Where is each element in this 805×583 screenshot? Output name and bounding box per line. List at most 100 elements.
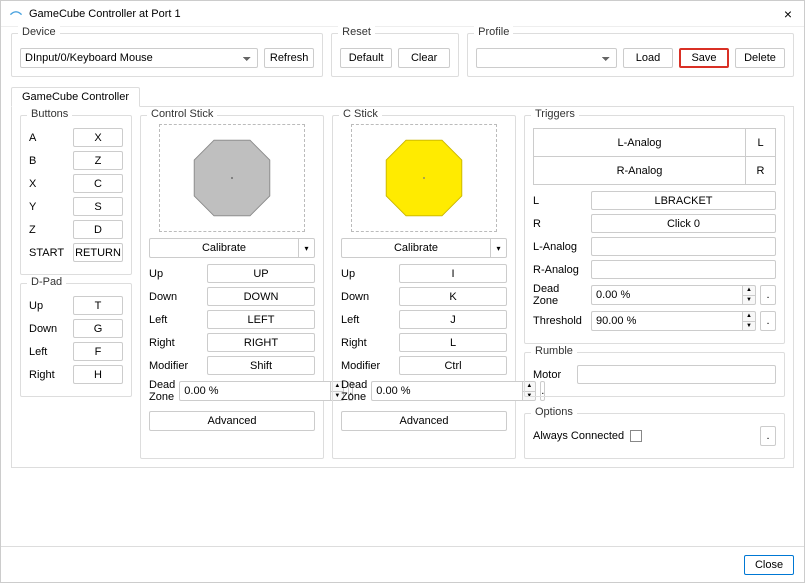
label: START [29, 247, 69, 259]
dpad-group: D-Pad UpTDownGLeftFRightH [20, 283, 132, 397]
control-stick-calibrate-drop[interactable]: ▾ [299, 238, 315, 258]
binding-button[interactable]: D [73, 220, 123, 239]
close-icon[interactable]: × [780, 6, 796, 22]
label: Down [341, 291, 395, 303]
binding-button[interactable]: RIGHT [207, 333, 315, 352]
profile-select[interactable] [476, 48, 617, 68]
binding-button[interactable] [591, 237, 776, 256]
buttons-title: Buttons [27, 108, 72, 120]
binding-button[interactable]: T [73, 296, 123, 315]
always-connected-checkbox[interactable] [630, 430, 642, 442]
label: Down [149, 291, 203, 303]
binding-button[interactable]: Ctrl [399, 356, 507, 375]
trigger-r-cell[interactable]: R [746, 157, 776, 185]
trig-threshold-up[interactable]: ▲ [742, 311, 756, 321]
window-title: GameCube Controller at Port 1 [29, 8, 780, 20]
delete-button[interactable]: Delete [735, 48, 785, 68]
c-stick-group: C Stick Calibrate ▾ UpIDownKLeftJRightLM… [332, 115, 516, 459]
trig-threshold-label: Threshold [533, 315, 587, 327]
clear-button[interactable]: Clear [398, 48, 450, 68]
trig-threshold-input[interactable] [591, 311, 742, 331]
cs-deadzone-label: Dead Zone [149, 379, 175, 403]
cs-advanced-button[interactable]: Advanced [149, 411, 315, 431]
binding-button[interactable]: F [73, 342, 123, 361]
binding-button[interactable]: S [73, 197, 123, 216]
label: Left [341, 314, 395, 326]
label: Z [29, 224, 69, 236]
label: Modifier [341, 360, 395, 372]
trig-threshold-more[interactable]: . [760, 311, 776, 331]
binding-button[interactable]: I [399, 264, 507, 283]
c-stick-calibrate-drop[interactable]: ▾ [491, 238, 507, 258]
label: R-Analog [533, 264, 587, 276]
binding-button[interactable]: L [399, 333, 507, 352]
trig-deadzone-more[interactable]: . [760, 285, 776, 305]
binding-button[interactable]: G [73, 319, 123, 338]
triggers-title: Triggers [531, 108, 579, 120]
options-more[interactable]: . [760, 426, 776, 446]
label: L-Analog [533, 241, 587, 253]
label: Right [149, 337, 203, 349]
device-select[interactable]: DInput/0/Keyboard Mouse [20, 48, 258, 68]
reset-title: Reset [338, 26, 375, 38]
motor-button[interactable] [577, 365, 776, 384]
control-stick-group: Control Stick Calibrate ▾ UpUPDownDOWNLe… [140, 115, 324, 459]
load-button[interactable]: Load [623, 48, 673, 68]
binding-button[interactable]: UP [207, 264, 315, 283]
label: B [29, 155, 69, 167]
refresh-button[interactable]: Refresh [264, 48, 314, 68]
trig-deadzone-down[interactable]: ▼ [742, 295, 756, 306]
binding-button[interactable]: LBRACKET [591, 191, 776, 210]
tab-gamecube-controller[interactable]: GameCube Controller [11, 87, 140, 107]
trigger-l-cell[interactable]: L [746, 129, 776, 157]
device-title: Device [18, 26, 60, 38]
save-button[interactable]: Save [679, 48, 729, 68]
reset-group: Reset Default Clear [331, 33, 459, 77]
c-stick-visual [351, 124, 497, 232]
label: Up [341, 268, 395, 280]
c-stick-calibrate[interactable]: Calibrate [341, 238, 491, 258]
binding-button[interactable]: Shift [207, 356, 315, 375]
cst-advanced-button[interactable]: Advanced [341, 411, 507, 431]
label: Down [29, 323, 69, 335]
binding-button[interactable]: RETURN [73, 243, 123, 262]
device-group: Device DInput/0/Keyboard Mouse Refresh [11, 33, 323, 77]
options-title: Options [531, 406, 577, 418]
binding-button[interactable]: H [73, 365, 123, 384]
cst-deadzone-label: Dead Zone [341, 379, 367, 403]
binding-button[interactable]: X [73, 128, 123, 147]
label: A [29, 132, 69, 144]
control-stick-title: Control Stick [147, 108, 217, 120]
label: Left [29, 346, 69, 358]
binding-button[interactable]: Click 0 [591, 214, 776, 233]
cs-deadzone-input[interactable] [179, 381, 330, 401]
binding-button[interactable]: LEFT [207, 310, 315, 329]
control-stick-visual [159, 124, 305, 232]
cst-deadzone-input[interactable] [371, 381, 522, 401]
trig-deadzone-up[interactable]: ▲ [742, 285, 756, 295]
label: L [533, 195, 587, 207]
trig-deadzone-label: Dead Zone [533, 283, 587, 307]
binding-button[interactable]: K [399, 287, 507, 306]
label: Y [29, 201, 69, 213]
buttons-group: Buttons AXBZXCYSZDSTARTRETURN [20, 115, 132, 275]
trig-threshold-down[interactable]: ▼ [742, 321, 756, 332]
trigger-lanalog-cell[interactable]: L-Analog [534, 129, 746, 157]
close-button[interactable]: Close [744, 555, 794, 575]
binding-button[interactable]: C [73, 174, 123, 193]
rumble-group: Rumble Motor [524, 352, 785, 397]
binding-button[interactable]: Z [73, 151, 123, 170]
app-icon [9, 9, 23, 19]
triggers-group: Triggers L-AnalogL R-AnalogR LLBRACKETRC… [524, 115, 785, 344]
rumble-title: Rumble [531, 345, 577, 357]
binding-button[interactable]: J [399, 310, 507, 329]
trig-deadzone-input[interactable] [591, 285, 742, 305]
trigger-ranalog-cell[interactable]: R-Analog [534, 157, 746, 185]
control-stick-calibrate[interactable]: Calibrate [149, 238, 299, 258]
default-button[interactable]: Default [340, 48, 392, 68]
binding-button[interactable]: DOWN [207, 287, 315, 306]
options-group: Options Always Connected . [524, 413, 785, 459]
label: Right [29, 369, 69, 381]
binding-button[interactable] [591, 260, 776, 279]
c-stick-title: C Stick [339, 108, 382, 120]
